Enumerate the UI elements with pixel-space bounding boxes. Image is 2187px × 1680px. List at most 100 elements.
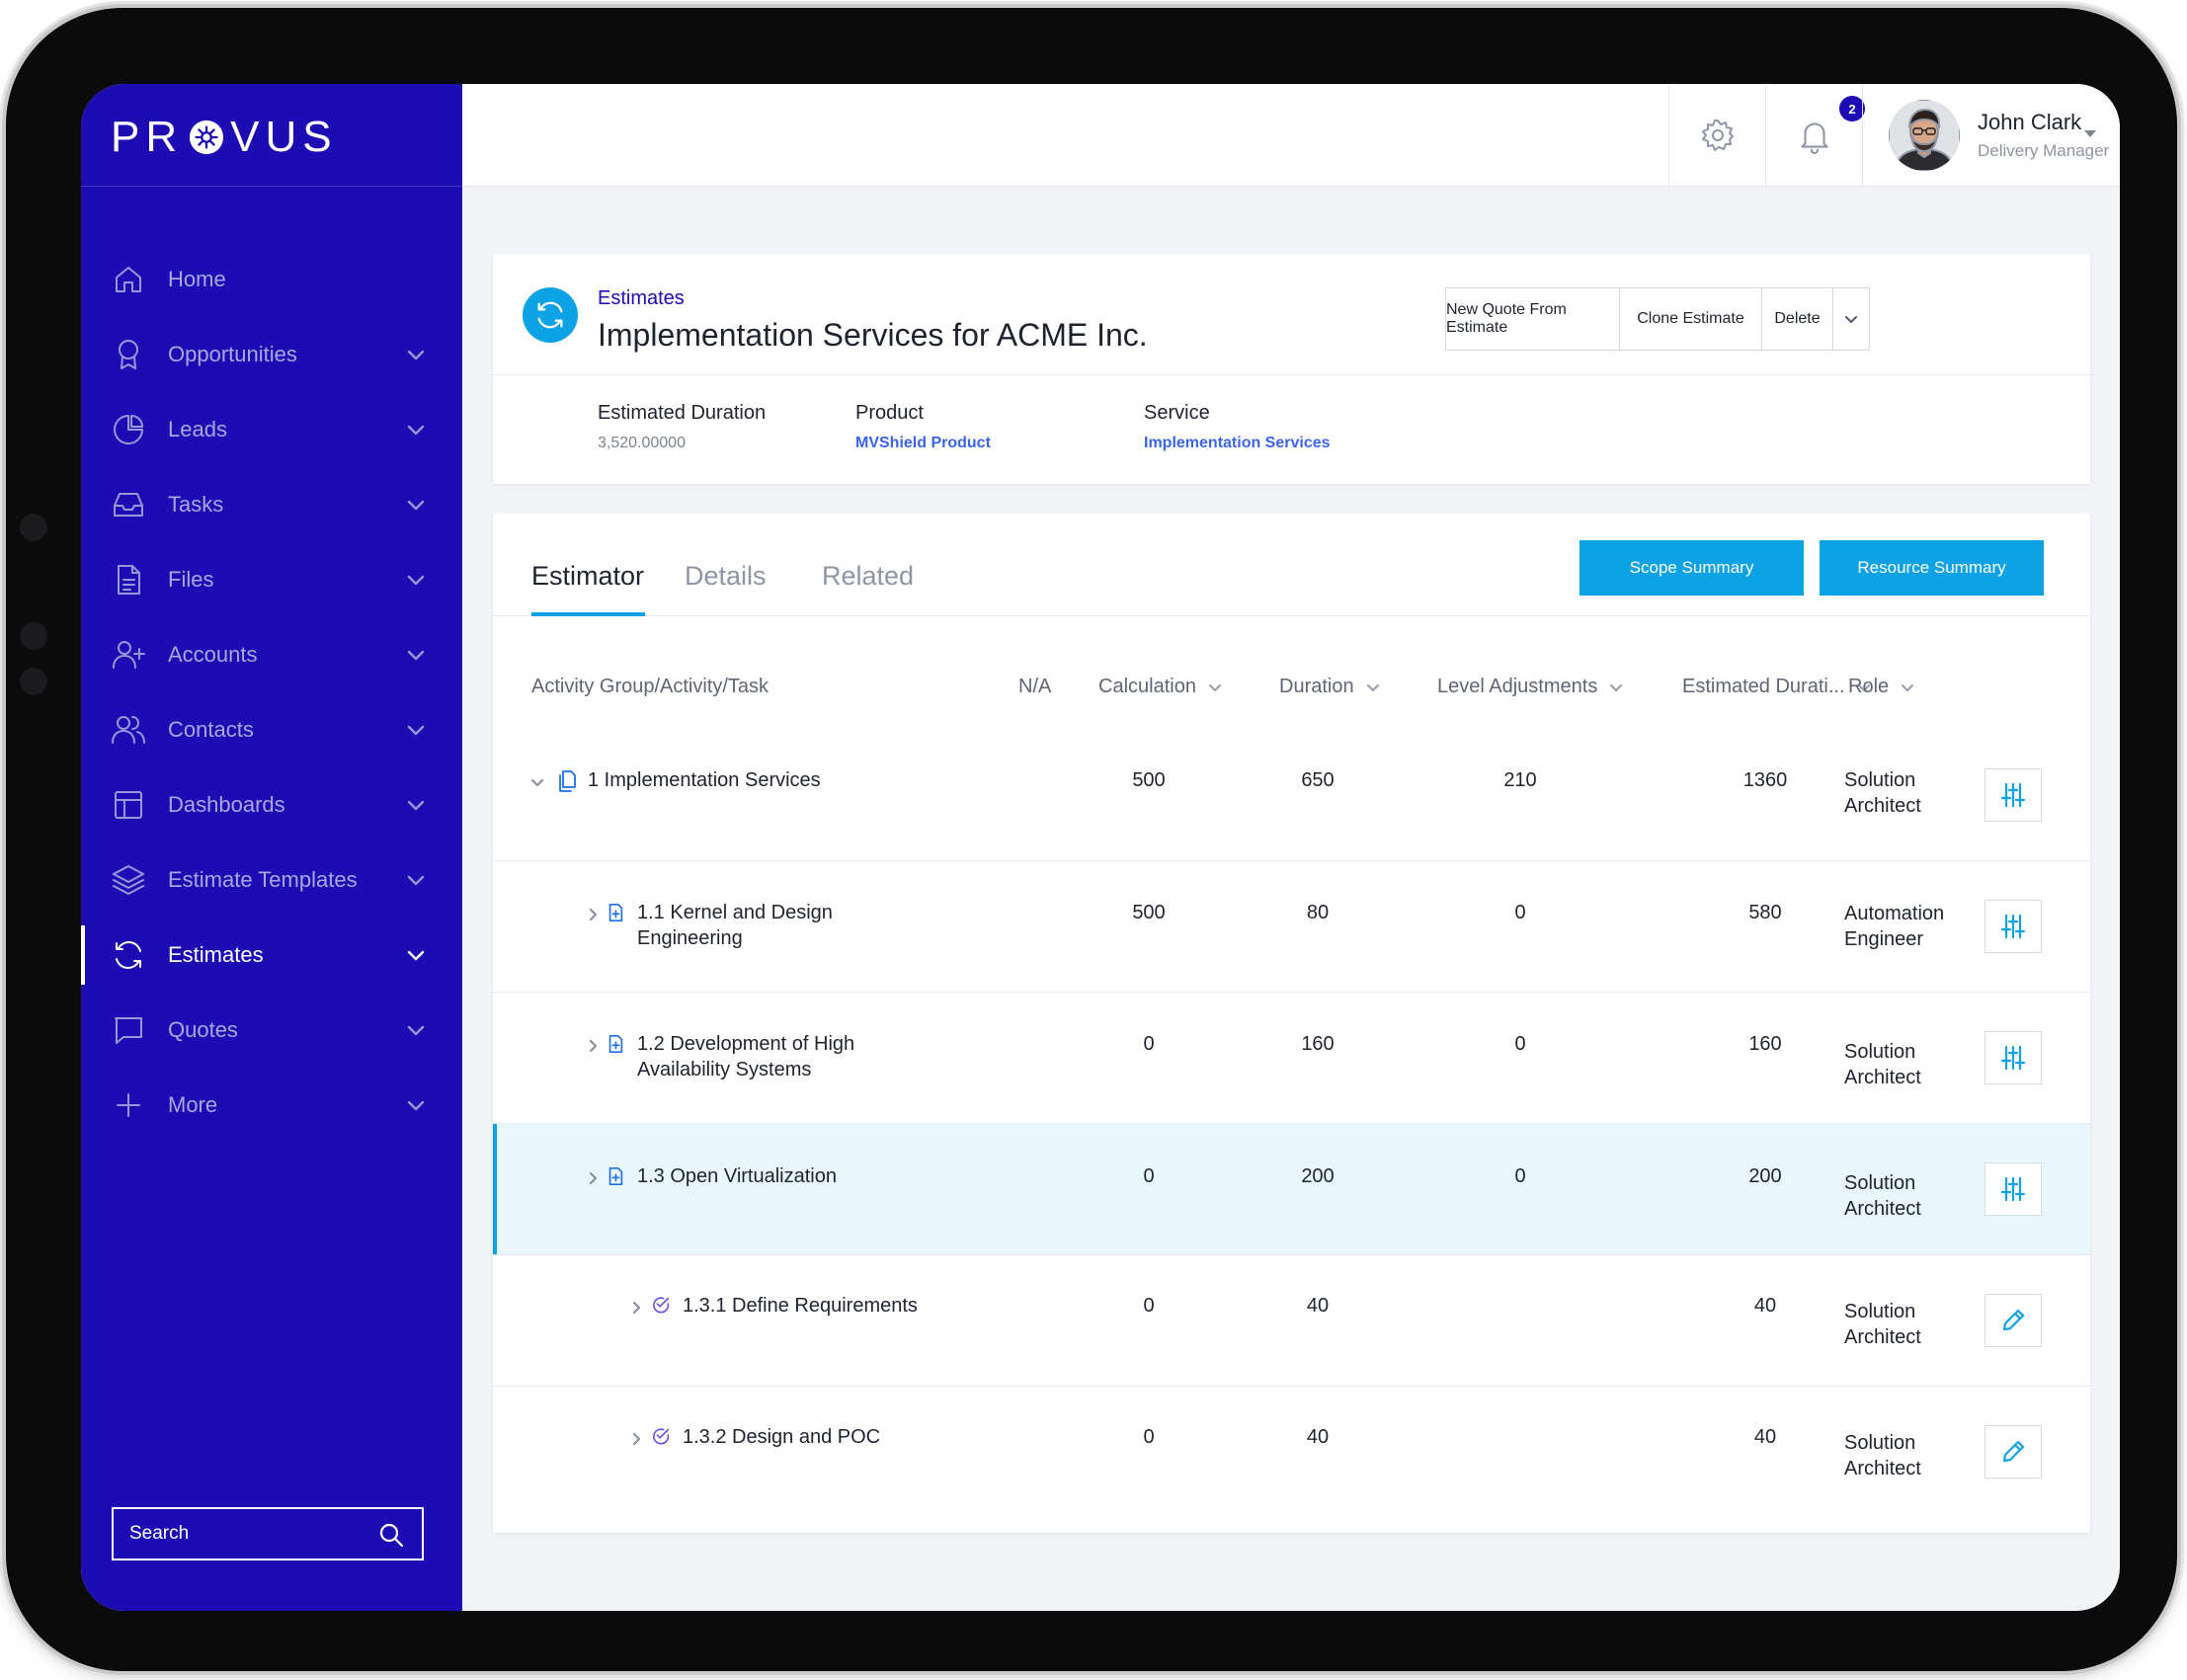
sliders-icon [2000,782,2026,808]
chevron-right-icon[interactable] [627,1298,645,1316]
adjust-settings-button[interactable] [1984,900,2042,953]
table-row[interactable]: 1 Implementation Services 500 650 210 13… [493,730,2090,861]
nav-item-accounts[interactable]: Accounts [81,617,462,692]
tab-estimator[interactable]: Estimator [531,561,644,592]
nav-item-more[interactable]: More [81,1068,462,1143]
role-line: Solution [1844,1432,1916,1454]
table-row[interactable]: 1.1 Kernel and Design Engineering 500 80… [493,861,2090,993]
calculation-value: 0 [1143,1426,1155,1448]
column-label: Role [1848,676,1890,697]
estimated-duration-value: 40 [1753,1295,1777,1317]
active-tab-indicator [531,612,645,616]
search-icon[interactable] [378,1522,404,1548]
duration-value: 160 [1301,1033,1335,1055]
chevron-down-icon[interactable] [405,794,427,816]
field-estimated-duration: Estimated Duration 3,520.00000 [598,402,766,452]
level-adjustment-value: 0 [1514,902,1526,923]
clone-estimate-button[interactable]: Clone Estimate [1620,288,1762,350]
chevron-right-icon[interactable] [584,1168,602,1186]
search-input[interactable] [129,1523,366,1545]
adjust-settings-button[interactable] [1984,1031,2042,1084]
service-link[interactable]: Implementation Services [1144,435,1331,452]
settings-button[interactable] [1668,84,1765,187]
activity-cell: 1.3 Open Virtualization [584,1163,837,1189]
nav-item-files[interactable]: Files [81,542,462,617]
chevron-down-icon[interactable] [528,772,546,790]
file-icon [111,562,146,598]
chevron-down-icon[interactable] [405,869,427,891]
role-cell: Solution Architect [1844,1299,1921,1350]
nav-item-opportunities[interactable]: Opportunities [81,317,462,392]
nav-label: Quotes [168,1017,238,1042]
table-row[interactable]: 1.2 Development of High Availability Sys… [493,993,2090,1124]
new-quote-button[interactable]: New Quote From Estimate [1446,288,1620,350]
nav-item-dashboards[interactable]: Dashboards [81,767,462,842]
chevron-down-icon[interactable] [405,344,427,365]
pencil-icon [2002,1309,2025,1331]
delete-button[interactable]: Delete [1762,288,1833,350]
breadcrumb[interactable]: Estimates [598,287,685,310]
role-line: Engineer [1844,928,1924,950]
chevron-right-icon[interactable] [584,1036,602,1054]
header-actions: New Quote From Estimate Clone Estimate D… [1445,287,1870,351]
activity-cell: 1.3.2 Design and POC [627,1424,880,1450]
column-label: N/A [1018,676,1052,697]
chevron-right-icon[interactable] [627,1429,645,1447]
field-product: Product MVShield Product [855,402,991,452]
nav-item-estimates[interactable]: Estimates [81,918,462,993]
nav-item-leads[interactable]: Leads [81,392,462,467]
chevron-down-icon[interactable] [405,644,427,666]
column-header-role[interactable]: Role [1848,676,1914,698]
adjust-settings-button[interactable] [1984,768,2042,822]
chevron-down-icon[interactable] [405,1094,427,1116]
activity-name-line: Engineering [637,927,743,949]
nav-item-home[interactable]: Home [81,242,462,317]
estimated-duration-value: 40 [1753,1426,1777,1448]
tab-details[interactable]: Details [685,561,767,592]
nav-item-contacts[interactable]: Contacts [81,692,462,767]
table-row[interactable]: 1.3.1 Define Requirements 0 40 40 Soluti… [493,1255,2090,1387]
camera-dot [20,668,47,695]
chevron-down-icon[interactable] [405,1019,427,1041]
adjust-settings-button[interactable] [1984,1162,2042,1216]
provus-logo[interactable]: PR VUS [111,110,338,165]
nav-label: Home [168,267,226,291]
duration-value: 80 [1306,902,1330,923]
estimator-card: Estimator Details Related Scope Summary … [493,514,2090,1533]
column-header-duration[interactable]: Duration [1279,676,1380,698]
column-header-calculation[interactable]: Calculation [1098,676,1222,698]
column-header-na[interactable]: N/A [1018,676,1051,698]
tab-related[interactable]: Related [822,561,914,592]
scope-summary-button[interactable]: Scope Summary [1580,540,1804,596]
table-row-selected[interactable]: 1.3 Open Virtualization 0 200 0 200 Solu… [493,1124,2090,1255]
user-role: Delivery Manager [1978,141,2110,160]
table-row[interactable]: 1.3.2 Design and POC 0 40 40 Solution Ar… [493,1387,2090,1518]
column-header-activity[interactable]: Activity Group/Activity/Task [531,676,769,698]
chevron-right-icon[interactable] [584,905,602,922]
nav-item-estimate-templates[interactable]: Estimate Templates [81,842,462,918]
sliders-icon [2000,1176,2026,1202]
product-link[interactable]: MVShield Product [855,435,991,452]
nav-item-tasks[interactable]: Tasks [81,467,462,542]
column-header-level-adjustments[interactable]: Level Adjustments [1437,676,1623,698]
caret-down-icon[interactable] [2084,130,2096,137]
more-actions-dropdown[interactable] [1833,288,1869,350]
nav-label: Tasks [168,492,224,517]
edit-button[interactable] [1984,1425,2042,1479]
chevron-down-icon[interactable] [405,719,427,741]
chevron-down-icon[interactable] [405,494,427,516]
user-menu[interactable]: John Clark Delivery Manager [1862,84,2120,187]
duration-value: 40 [1306,1295,1330,1317]
chevron-down-icon[interactable] [405,944,427,966]
layers-icon [111,862,146,898]
activity-name-line: 1.2 Development of High [637,1033,855,1055]
duration-value: 200 [1301,1165,1335,1187]
level-adjustment-value: 210 [1503,769,1537,791]
notifications-button[interactable]: 2 [1765,84,1865,187]
nav-item-quotes[interactable]: Quotes [81,993,462,1068]
column-header-estimated-duration[interactable]: Estimated Durati... [1682,676,1871,698]
chevron-down-icon[interactable] [405,569,427,591]
edit-button[interactable] [1984,1294,2042,1347]
resource-summary-button[interactable]: Resource Summary [1820,540,2044,596]
chevron-down-icon[interactable] [405,419,427,440]
